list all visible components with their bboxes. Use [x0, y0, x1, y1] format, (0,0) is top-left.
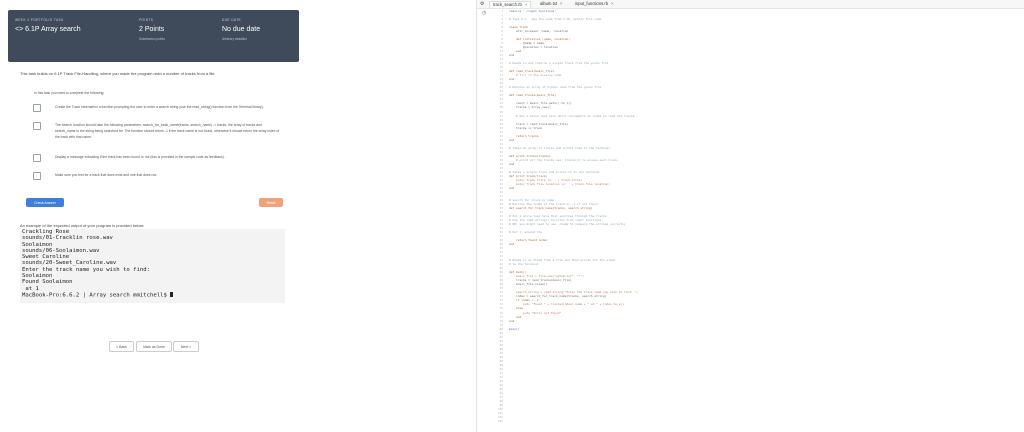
code-line: end — [509, 242, 515, 247]
points-sub: Submission points — [139, 37, 165, 41]
code-line: def search_for_track_name(tracks, search… — [509, 205, 593, 210]
terminal-line: sounds/20-Sweet_Caroline.wav — [22, 260, 117, 267]
code-line: tracks = Array.new() — [516, 105, 551, 110]
code-line: @location = location — [523, 45, 558, 50]
terminal-prompt: MacBook-Pro:6.6.2 | Array search mmitche… — [22, 292, 171, 299]
checkbox[interactable] — [33, 104, 41, 112]
mark-done-button[interactable]: Mark as Done — [136, 341, 172, 352]
terminal-line: Sweet Caroline — [22, 254, 70, 261]
close-icon[interactable]: × — [611, 1, 613, 6]
task-header: WEEK 4 PORTFOLIO TASK <> 6.1P Array sear… — [8, 10, 299, 62]
close-icon[interactable]: × — [525, 2, 527, 7]
terminal-line: Enter the track name you wish to find: — [22, 266, 150, 273]
code-line: puts "Found " + tracks[index].name + " a… — [523, 302, 624, 307]
reset-button[interactable]: Reset — [259, 198, 283, 207]
checklist-item[interactable]: Display a message indicating if the trac… — [33, 154, 283, 162]
code-line: # Put () around the — [509, 230, 543, 235]
checkbox[interactable] — [33, 154, 41, 162]
terminal-line: Soolaimon — [22, 241, 53, 248]
checkbox[interactable] — [33, 172, 41, 180]
task-description: This task builds on 6.1P Track File-Hand… — [20, 71, 216, 76]
next-button[interactable]: Next > — [173, 341, 199, 352]
editor-tab-bar: ⚙ track_search.rb × album.txt × input_func… — [477, 0, 1024, 9]
code-line: puts('Track file location is: ' + track.… — [516, 181, 610, 186]
portfolio-label: WEEK 4 PORTFOLIO TASK — [15, 18, 64, 22]
task-title-block: WEEK 4 PORTFOLIO TASK <> 6.1P Array sear… — [15, 18, 81, 33]
terminal-cursor — [170, 291, 174, 298]
code-line: else — [516, 306, 523, 311]
code-icon: <> — [15, 26, 26, 33]
checklist-item-text: Display a message indicating if the trac… — [55, 155, 225, 159]
due-value: No due date — [222, 26, 261, 33]
code-line: end — [509, 185, 515, 190]
code-line: # Reads in and returns a single track fr… — [509, 61, 609, 66]
checklist-item-text: Create the Track information a function … — [55, 105, 264, 109]
checklist-item[interactable]: The search function should take the foll… — [33, 122, 283, 140]
due-label: DUE DATE — [222, 18, 242, 22]
points-block: POINTS 2 Points Submission points — [139, 18, 165, 41]
checklist-item-text: Make sure you test for a track that does… — [55, 173, 158, 177]
line-number: 103 — [497, 419, 503, 424]
code-line: attr_accessor :name, :location — [516, 29, 569, 34]
code-line: def read_tracks(music_file) — [509, 93, 556, 98]
back-button[interactable]: < Back — [109, 341, 134, 352]
code-line: end — [509, 77, 515, 82]
gear-icon[interactable]: ⚙ — [480, 1, 484, 7]
task-checklist-card: In this task you need to complete the fo… — [21, 86, 287, 214]
due-sub: Arbitrary deadline — [222, 37, 247, 41]
code-line: puts "Entry not Found" — [523, 310, 562, 315]
tab-album[interactable]: album.txt × — [537, 1, 565, 7]
checklist-item-text: The search function should take the foll… — [55, 123, 280, 139]
code-line: # print all the tracks use: tracks[x] to… — [516, 157, 619, 162]
code-line: end — [509, 53, 515, 58]
points-label: POINTS — [139, 18, 154, 22]
code-line: end — [509, 318, 515, 323]
terminal-line: sounds/01-Cracklin rose.wav — [22, 235, 113, 242]
tab-track-search[interactable]: track_search.rb × — [489, 1, 532, 8]
checklist-item[interactable]: Create the Track information a function … — [33, 104, 283, 112]
due-block: DUE DATE No due date Arbitrary deadline — [222, 18, 260, 41]
task-pane: WEEK 4 PORTFOLIO TASK <> 6.1P Array sear… — [0, 0, 476, 432]
check-answer-button[interactable]: Check Answer — [26, 198, 64, 207]
code-line: # fill in the missing code — [516, 73, 562, 78]
terminal-line: sounds/06-Soolaimon.wav — [22, 247, 100, 254]
code-line: main() — [509, 326, 520, 331]
task-title: <> 6.1P Array search — [15, 26, 81, 33]
terminal-line: Crackling Rose — [22, 229, 70, 235]
terminal-line: at 1 — [22, 285, 39, 292]
code-line: return found_index — [516, 238, 548, 243]
code-line: end — [516, 314, 522, 319]
tab-input-functions[interactable]: input_functions.rb × — [572, 1, 617, 7]
code-line: # Put a while loop here which increments… — [516, 113, 635, 118]
terminal-output: Crackling Rose sounds/01-Cracklin rose.w… — [20, 229, 285, 303]
clock-icon[interactable]: ◷ — [482, 10, 486, 16]
code-line: end — [516, 49, 522, 54]
terminal-line: Soolaimon — [22, 273, 53, 280]
checklist-intro: In this task you need to complete the fo… — [34, 91, 105, 95]
code-line: # Returns an array of tracks read from t… — [509, 85, 602, 90]
code-line: # Task 6.1 - Use the code from 5.1P, mod… — [509, 17, 602, 22]
code-line: return tracks — [516, 133, 539, 138]
code-line: # to the terminal — [509, 262, 539, 267]
terminal-line: Found Soolaimon — [22, 279, 73, 286]
code-line: # NB: you might need to use .chomp to co… — [509, 222, 626, 227]
terminal-caption: An example of the expected output of you… — [20, 223, 145, 228]
code-line: music_file.close() — [516, 282, 548, 287]
checklist-item[interactable]: Make sure you test for a track that does… — [33, 172, 283, 180]
code-line: end — [509, 137, 515, 142]
code-line: require './input_functions' — [509, 9, 556, 13]
checkbox[interactable] — [33, 122, 41, 130]
code-line: # Takes an array of tracks and prints th… — [509, 145, 610, 150]
code-line: tracks << track — [516, 125, 543, 130]
code-line: end — [509, 161, 515, 166]
close-icon[interactable]: × — [560, 1, 562, 6]
code-editor-pane: ⚙ track_search.rb × album.txt × input_func… — [477, 0, 1024, 432]
points-value: 2 Points — [139, 26, 165, 33]
